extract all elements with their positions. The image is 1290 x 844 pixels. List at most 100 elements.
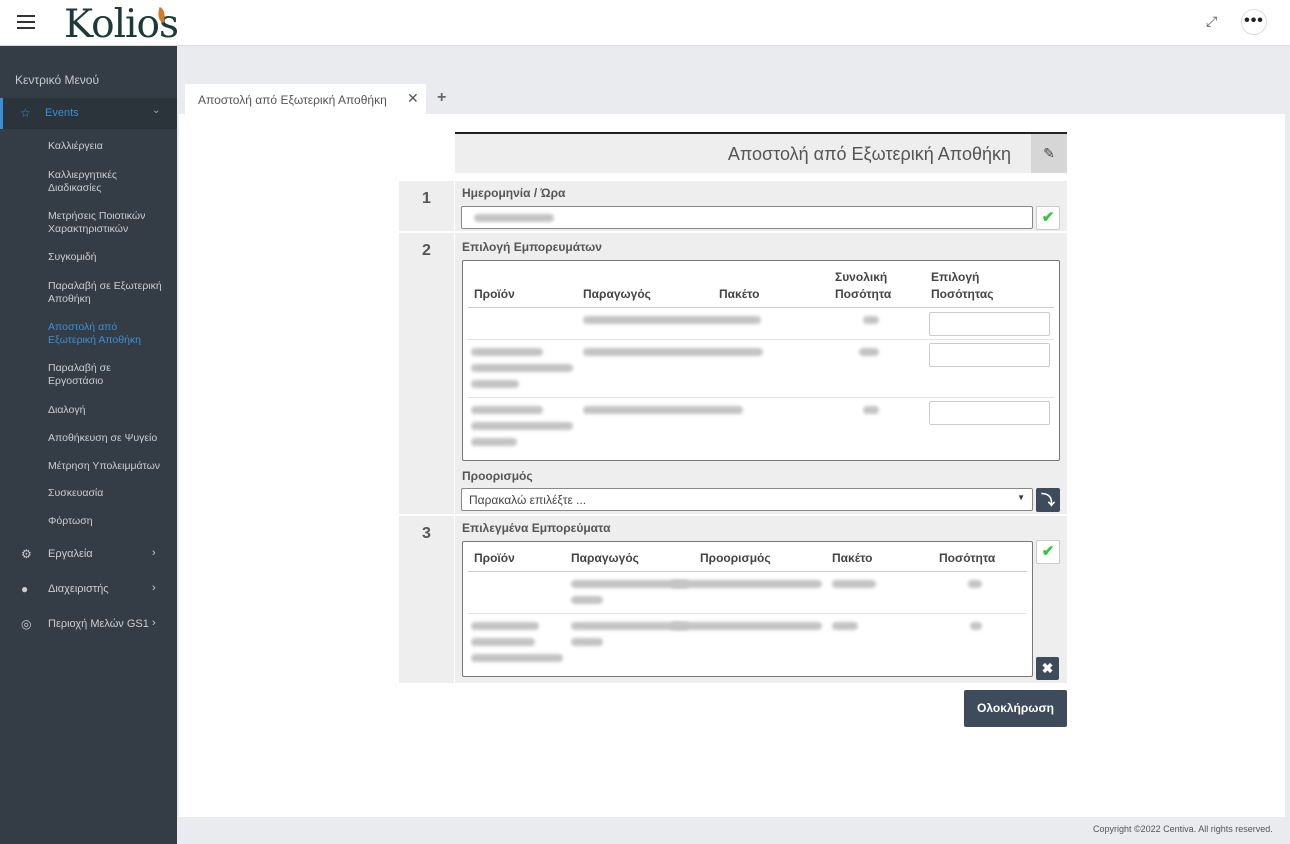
sidebar-item-gs1[interactable]: ◎ Περιοχή Μελών GS1 › [0,617,177,637]
tab-active[interactable]: Αποστολή από Εξωτερική Αποθήκη ✕ [185,84,426,114]
destination-placeholder: Παρακαλώ επιλέξτε ... [469,493,587,507]
blurred-cell [863,316,879,324]
blurred-cell [471,638,535,646]
column-header: Προορισμός [700,551,771,565]
sidebar-item-label: Περιοχή Μελών GS1 [48,618,149,630]
sidebar: Κεντρικό Μενού ☆ Events ⌄ Καλλιέργεια Κα… [0,46,177,844]
datetime-input[interactable] [461,206,1033,229]
blurred-value [474,214,554,222]
column-header: Παραγωγός [583,287,651,301]
times-icon[interactable]: ✖ [1036,657,1059,680]
sidebar-subitem[interactable]: Παραλαβή σε Εργοστάσιο [48,362,168,388]
blurred-cell [670,580,822,588]
sidebar-item-tools[interactable]: ⚙ Εργαλεία › [0,547,177,567]
blurred-cell [471,406,543,414]
header-divider [468,307,1054,308]
menu-title: Κεντρικό Μενού [15,73,100,87]
arrow-down-turn-icon[interactable]: ⤵ [1036,488,1060,512]
blurred-cell [832,580,876,588]
sidebar-subitem[interactable]: Συγκομιδή [48,251,168,264]
form-title: Αποστολή από Εξωτερική Αποθήκη [727,144,1011,164]
quantity-input[interactable] [929,343,1050,367]
finish-button[interactable]: Ολοκλήρωση [964,690,1067,727]
caret-down-icon: ▼ [1017,493,1025,502]
blurred-cell [471,438,517,446]
form-header: Αποστολή από Εξωτερική Αποθήκη ✎ [455,132,1067,173]
selected-goods-label: Επιλεγμένα Εμπορεύματα [462,521,611,535]
user-circle-icon: ● [21,582,29,596]
column-header: Ποσότητα [939,551,996,565]
copyright: Copyright ©2022 Centiva. All rights rese… [1093,824,1273,834]
chevron-right-icon: › [152,547,156,559]
tab-label: Αποστολή από Εξωτερική Αποθήκη [198,93,387,107]
blurred-cell [471,380,519,388]
sidebar-item-label: Events [45,107,79,119]
column-header: Πακέτο [719,287,760,301]
header-divider [468,571,1027,572]
blurred-cell [583,406,743,414]
check-icon[interactable]: ✔ [1036,540,1060,564]
blurred-cell [471,654,563,662]
sidebar-subitem[interactable]: Συσκευασία [48,487,168,500]
blurred-cell [863,406,879,414]
sidebar-subitem[interactable]: Παραλαβή σε Εξωτερική Αποθήκη [48,280,168,306]
row-divider [468,339,1054,340]
blurred-cell [970,622,982,630]
column-header: Προϊόν [474,287,515,301]
step-number: 3 [399,516,454,683]
check-icon[interactable]: ✔ [1036,206,1060,230]
step-number: 1 [399,181,454,231]
chevron-right-icon: › [152,617,156,629]
goods-selection-label: Επιλογή Εμπορευμάτων [462,240,602,254]
sidebar-item-label: Εργαλεία [48,548,93,560]
blurred-cell [859,348,879,356]
destination-label: Προορισμός [462,469,533,483]
datetime-label: Ημερομηνία / Ώρα [462,186,566,200]
sidebar-subitem[interactable]: Φόρτωση [48,515,168,528]
cogs-icon: ⚙ [21,547,32,561]
sidebar-item-admin[interactable]: ● Διαχειριστής › [0,582,177,602]
column-header: Συνολική Ποσότητα [835,270,892,301]
blurred-cell [583,316,761,324]
row-divider [468,397,1054,398]
sidebar-subitem[interactable]: Καλλιεργητικές Διαδικασίες [48,169,168,195]
quantity-input[interactable] [929,312,1050,336]
sidebar-subitem[interactable]: Καλλιέργεια [48,140,168,153]
close-icon[interactable]: ✕ [407,90,419,107]
chevron-down-icon: ⌄ [152,105,161,116]
blurred-cell [670,622,822,630]
logo[interactable]: Kolios [64,2,179,47]
row-divider [468,613,1027,614]
blurred-cell [571,596,603,604]
sidebar-subitem[interactable]: Αποθήκευση σε Ψυγείο [48,432,168,445]
globe-icon: ◎ [21,617,32,631]
more-horizontal-icon[interactable]: ••• [1241,9,1267,35]
sidebar-item-events[interactable]: ☆ Events ⌄ [0,98,177,129]
pencil-icon[interactable]: ✎ [1031,134,1067,173]
blurred-cell [832,622,858,630]
column-header: Παραγωγός [571,551,639,565]
sidebar-subitem[interactable]: Μετρήσεις Ποιοτικών Χαρακτηριστικών [48,210,168,236]
star-icon: ☆ [20,106,31,120]
top-bar: Kolios ⤢ ••• [0,0,1290,47]
sidebar-subitem[interactable]: Μέτρηση Υπολειμμάτων [48,460,168,473]
hamburger-menu-icon[interactable] [17,15,35,29]
blurred-cell [968,580,982,588]
column-header: Πακέτο [832,551,873,565]
blurred-cell [583,348,763,356]
expand-icon[interactable]: ⤢ [1206,13,1220,29]
column-header: Προϊόν [474,551,515,565]
blurred-cell [471,348,543,356]
blurred-cell [471,422,573,430]
quantity-input[interactable] [929,401,1050,425]
sidebar-item-label: Διαχειριστής [48,583,109,595]
blurred-cell [471,364,573,372]
plus-icon[interactable]: + [437,89,446,107]
sidebar-subitem[interactable]: Διαλογή [48,404,168,417]
column-header: Επιλογή Ποσότητας [931,270,994,301]
blurred-cell [571,638,603,646]
destination-select[interactable]: Παρακαλώ επιλέξτε ... ▼ [461,488,1033,511]
step-number: 2 [399,233,454,514]
sidebar-subitem-active[interactable]: Αποστολή από Εξωτερική Αποθήκη [48,321,168,347]
chevron-right-icon: › [152,582,156,594]
